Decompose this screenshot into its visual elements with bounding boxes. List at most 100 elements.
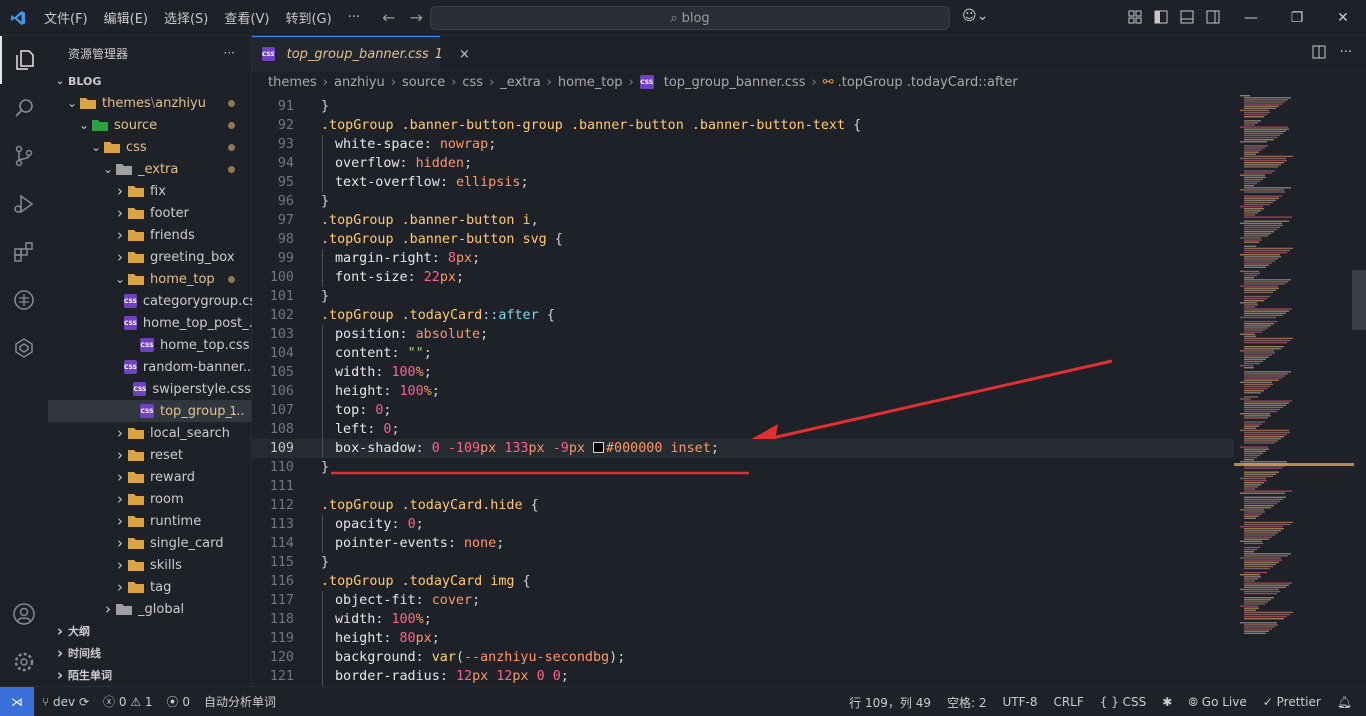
breadcrumb-item[interactable]: home_top <box>558 75 623 90</box>
toggle-primary-sidebar-icon[interactable] <box>1152 8 1170 26</box>
sidebar-section-0[interactable]: › 大纲 <box>48 620 251 642</box>
split-editor-icon[interactable] <box>1312 45 1326 63</box>
toggle-panel-icon[interactable] <box>1178 8 1196 26</box>
menu-item-5[interactable]: ··· <box>340 10 368 25</box>
code-line[interactable]: 95 text-overflow: ellipsis; <box>252 173 1234 192</box>
more-actions-icon[interactable]: ··· <box>1340 45 1352 63</box>
code-line[interactable]: 93 white-space: nowrap; <box>252 135 1234 154</box>
menu-item-1[interactable]: 编辑(E) <box>96 8 156 27</box>
tree-file[interactable]: CSS swiperstyle.css <box>48 378 251 400</box>
extensions-icon[interactable] <box>0 228 48 276</box>
code-line[interactable]: 104 content: ""; <box>252 344 1234 363</box>
code-line[interactable]: 116 .topGroup .todayCard img { <box>252 572 1234 591</box>
customize-layout-icon[interactable] <box>1126 8 1144 26</box>
encoding[interactable]: UTF-8 <box>1002 695 1037 709</box>
tree-folder[interactable]: › reset <box>48 444 251 466</box>
problems-indicator[interactable]: ⓧ 0 ⚠ 1 <box>103 693 153 710</box>
tree-folder[interactable]: › tag <box>48 576 251 598</box>
sidebar-section-1[interactable]: › 时间线 <box>48 642 251 664</box>
code-line[interactable]: 109 box-shadow: 0 -109px 133px -9px #0000… <box>252 439 1234 458</box>
cursor-position[interactable]: 行 109，列 49 <box>849 694 931 711</box>
tree-folder[interactable]: › room <box>48 488 251 510</box>
breadcrumb-item[interactable]: _extra <box>500 75 540 90</box>
tree-folder[interactable]: › friends <box>48 224 251 246</box>
code-line[interactable]: 101} <box>252 287 1234 306</box>
code-line[interactable]: 110} <box>252 458 1234 477</box>
ai-assistant-icon[interactable] <box>0 324 48 372</box>
color-swatch[interactable] <box>593 442 604 453</box>
notifications-bell-icon[interactable]: 🔔︎ <box>1337 695 1352 709</box>
editor-scrollbar[interactable] <box>1352 270 1366 330</box>
breadcrumb-item[interactable]: top_group_banner.css <box>664 75 806 90</box>
tree-folder[interactable]: ⌄ source <box>48 114 251 136</box>
tree-file[interactable]: CSS home_top.css <box>48 334 251 356</box>
tree-folder[interactable]: › runtime <box>48 510 251 532</box>
code-line[interactable]: 121 border-radius: 12px 12px 0 0; <box>252 667 1234 686</box>
tree-folder[interactable]: › greeting_box <box>48 246 251 268</box>
copilot-icon[interactable]: ☺⌄ <box>962 8 988 24</box>
minimize-icon[interactable]: — <box>1228 0 1274 36</box>
back-arrow-icon[interactable]: ← <box>382 8 395 27</box>
tree-folder[interactable]: › single_card <box>48 532 251 554</box>
run-debug-icon[interactable] <box>0 180 48 228</box>
code-line[interactable]: 114 pointer-events: none; <box>252 534 1234 553</box>
menu-item-0[interactable]: 文件(F) <box>36 8 96 27</box>
code-line[interactable]: 107 top: 0; <box>252 401 1234 420</box>
code-line[interactable]: 91} <box>252 97 1234 116</box>
tree-file[interactable]: CSS categorygroup.css <box>48 290 263 312</box>
extension-icon[interactable]: ✱ <box>1162 695 1172 709</box>
breadcrumb-item[interactable]: css <box>462 75 483 90</box>
code-line[interactable]: 99 margin-right: 8px; <box>252 249 1234 268</box>
breadcrumb-item[interactable]: anzhiyu <box>334 75 385 90</box>
code-line[interactable]: 105 width: 100%; <box>252 363 1234 382</box>
branch-indicator[interactable]: ⑂ dev ⟳ <box>42 695 89 709</box>
menu-item-2[interactable]: 选择(S) <box>156 8 216 27</box>
code-line[interactable]: 92 .topGroup .banner-button-group .banner… <box>252 116 1234 135</box>
tree-file[interactable]: CSS top_group_... 1 <box>48 400 251 422</box>
code-line[interactable]: 106 height: 100%; <box>252 382 1234 401</box>
tree-folder[interactable]: › fix <box>48 180 251 202</box>
settings-gear-icon[interactable] <box>0 638 48 686</box>
spell-indicator[interactable]: 自动分析单词 <box>204 693 276 710</box>
menu-item-3[interactable]: 查看(V) <box>216 8 277 27</box>
code-line[interactable]: 111 <box>252 477 1234 496</box>
ports-indicator[interactable]: ⦿ 0 <box>167 693 190 710</box>
tree-folder[interactable]: ⌄ home_top <box>48 268 251 290</box>
code-line[interactable]: 118 width: 100%; <box>252 610 1234 629</box>
search-icon[interactable] <box>0 84 48 132</box>
command-search-box[interactable]: ⌕ blog <box>430 6 950 30</box>
code-line[interactable]: 120 background: var(--anzhiyu-secondbg); <box>252 648 1234 667</box>
restore-icon[interactable]: ❐ <box>1274 0 1320 36</box>
minimap[interactable] <box>1232 93 1352 686</box>
toggle-secondary-sidebar-icon[interactable] <box>1204 8 1222 26</box>
tree-folder[interactable]: ⌄ _extra <box>48 158 251 180</box>
code-line[interactable]: 112 .topGroup .todayCard.hide { <box>252 496 1234 515</box>
menu-item-4[interactable]: 转到(G) <box>277 8 339 27</box>
tree-folder[interactable]: › local_search <box>48 422 251 444</box>
code-line[interactable]: 98 .topGroup .banner-button svg { <box>252 230 1234 249</box>
more-actions-icon[interactable]: ··· <box>224 46 235 60</box>
tree-folder[interactable]: › footer <box>48 202 251 224</box>
breadcrumb-item[interactable]: .topGroup .todayCard::after <box>838 75 1018 90</box>
code-line[interactable]: 117 object-fit: cover; <box>252 591 1234 610</box>
code-line[interactable]: 102 .topGroup .todayCard::after { <box>252 306 1234 325</box>
sidebar-section-2[interactable]: › 陌生单词 <box>48 664 251 686</box>
code-line[interactable]: 103 position: absolute; <box>252 325 1234 344</box>
tree-folder[interactable]: › skills <box>48 554 251 576</box>
remote-indicator-icon[interactable]: ⋊ <box>0 686 34 716</box>
line-ending[interactable]: CRLF <box>1053 695 1083 709</box>
code-line[interactable]: 97 .topGroup .banner-button i, <box>252 211 1234 230</box>
indentation[interactable]: 空格: 2 <box>947 694 987 711</box>
explorer-icon[interactable] <box>0 36 48 84</box>
breadcrumb-item[interactable]: source <box>402 75 445 90</box>
remote-explorer-icon[interactable] <box>0 276 48 324</box>
forward-arrow-icon[interactable]: → <box>409 8 422 27</box>
code-line[interactable]: 119 height: 80px; <box>252 629 1234 648</box>
tree-folder[interactable]: ⌄ themes \ anzhiyu <box>48 92 251 114</box>
account-icon[interactable] <box>0 590 48 638</box>
source-control-icon[interactable] <box>0 132 48 180</box>
workspace-root[interactable]: ⌄ BLOG <box>48 70 251 92</box>
tree-folder[interactable]: › _global <box>48 598 251 620</box>
tab-top-group-banner-css[interactable]: CSS top_group_banner.css 1 × <box>252 36 470 71</box>
close-tab-icon[interactable]: × <box>459 47 470 62</box>
